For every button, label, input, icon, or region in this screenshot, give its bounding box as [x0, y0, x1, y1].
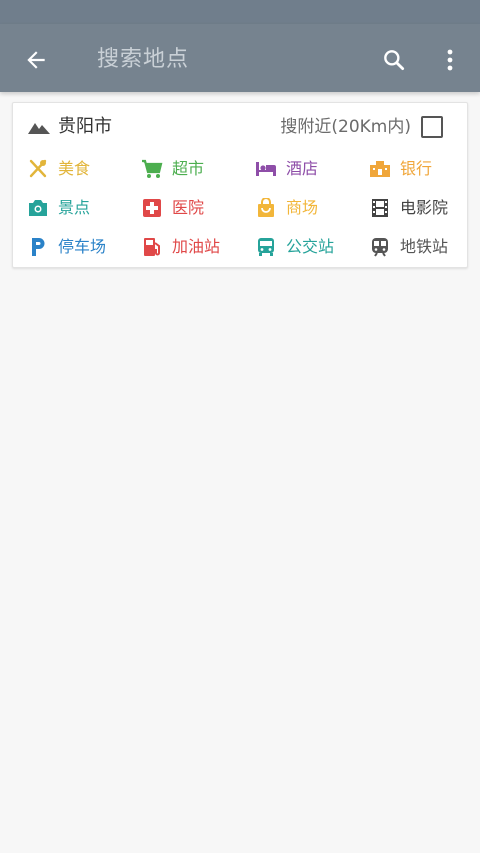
category-label: 银行	[400, 159, 433, 178]
city-card: 贵阳市 搜附近(20Km内) 美食 超市 酒店 银行 景点 医院 商场 电影院 …	[12, 102, 468, 268]
back-button[interactable]	[18, 42, 54, 78]
hotel-bed-icon	[255, 158, 277, 180]
category-cinema[interactable]: 电影院	[369, 194, 448, 222]
category-label: 超市	[172, 159, 205, 178]
shopping-cart-icon	[141, 158, 163, 180]
search-button[interactable]	[376, 42, 412, 78]
city-name[interactable]: 贵阳市	[58, 114, 112, 140]
search-icon	[384, 50, 405, 71]
category-label: 公交站	[286, 237, 335, 256]
category-parking[interactable]: 停车场	[27, 233, 106, 261]
subway-icon	[369, 236, 391, 258]
category-hospital[interactable]: 医院	[141, 194, 204, 222]
film-icon	[369, 197, 391, 219]
city-row: 贵阳市 搜附近(20Km内)	[13, 103, 467, 151]
category-label: 商场	[286, 198, 319, 217]
category-bus-stop[interactable]: 公交站	[255, 233, 334, 261]
arrow-left-icon	[27, 51, 45, 69]
gas-station-icon	[141, 236, 163, 258]
category-food[interactable]: 美食	[27, 155, 90, 183]
mountain-icon	[27, 117, 51, 137]
category-subway[interactable]: 地铁站	[369, 233, 448, 261]
category-label: 美食	[58, 159, 91, 178]
category-label: 电影院	[400, 198, 449, 217]
more-options-button[interactable]	[434, 42, 466, 78]
category-hotel[interactable]: 酒店	[255, 155, 318, 183]
camera-icon	[27, 197, 49, 219]
shopping-bag-icon	[255, 197, 277, 219]
utensils-icon	[27, 158, 49, 180]
bus-icon	[255, 236, 277, 258]
category-label: 地铁站	[400, 237, 449, 256]
category-label: 景点	[58, 198, 91, 217]
category-supermarket[interactable]: 超市	[141, 155, 204, 183]
more-vertical-icon	[447, 49, 453, 71]
nearby-checkbox[interactable]	[421, 116, 443, 138]
category-label: 加油站	[172, 237, 221, 256]
status-bar	[0, 0, 480, 24]
nearby-label: 搜附近(20Km内)	[280, 117, 411, 137]
category-mall[interactable]: 商场	[255, 194, 318, 222]
category-scenic[interactable]: 景点	[27, 194, 90, 222]
parking-icon	[27, 236, 49, 258]
category-label: 停车场	[58, 237, 107, 256]
category-bank[interactable]: 银行	[369, 155, 432, 183]
app-bar: 搜索地点	[0, 24, 480, 92]
category-label: 医院	[172, 198, 205, 217]
bank-icon	[369, 158, 391, 180]
category-gas-station[interactable]: 加油站	[141, 233, 220, 261]
category-label: 酒店	[286, 159, 319, 178]
search-placeholder[interactable]: 搜索地点	[97, 44, 189, 76]
hospital-cross-icon	[141, 197, 163, 219]
